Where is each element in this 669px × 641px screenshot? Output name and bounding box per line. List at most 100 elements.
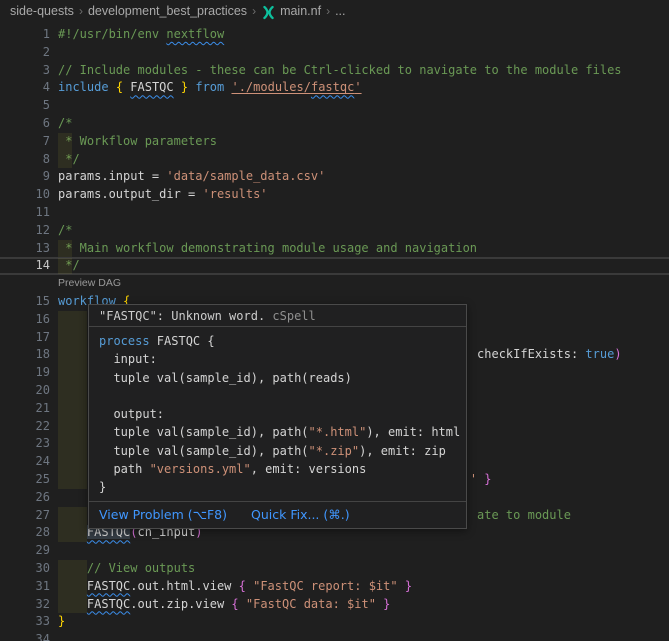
line-number: 8 — [0, 151, 58, 169]
line-number: 9 — [0, 168, 58, 186]
line-number: 30 — [0, 560, 58, 578]
line-number: 12 — [0, 222, 58, 240]
indent-guide-tint — [58, 435, 87, 453]
code-line-content[interactable]: params.output_dir = 'results' — [58, 186, 669, 204]
indent-guide-tint — [58, 133, 72, 151]
indent-guide-tint — [58, 258, 72, 274]
code-line-content[interactable]: * Workflow parameters — [58, 133, 669, 151]
code-line-content[interactable]: * Main workflow demonstrating module usa… — [58, 240, 669, 258]
line-number: 24 — [0, 453, 58, 471]
line-number: 3 — [0, 62, 58, 80]
nextflow-logo-icon — [261, 5, 276, 20]
code-line-content[interactable]: #!/usr/bin/env nextflow — [58, 26, 669, 44]
code-line-content[interactable]: /* — [58, 115, 669, 133]
line-number: 18 — [0, 346, 58, 364]
code-line-content[interactable] — [58, 204, 669, 222]
code-line: 5 — [0, 97, 669, 115]
code-line: 6/* — [0, 115, 669, 133]
code-line: 10params.output_dir = 'results' — [0, 186, 669, 204]
line-number: 13 — [0, 240, 58, 258]
indent-guide-tint — [58, 596, 87, 614]
breadcrumb: side-quests › development_best_practices… — [0, 0, 669, 22]
indent-guide-tint — [58, 560, 87, 578]
hover-code-line: path "versions.yml", emit: versions — [99, 460, 456, 478]
code-line-content[interactable] — [58, 542, 669, 560]
hover-code-line: } — [99, 478, 456, 496]
problem-text: "FASTQC": Unknown word. — [99, 309, 265, 323]
line-number: 32 — [0, 596, 58, 614]
indent-guide-tint — [58, 311, 87, 329]
line-number: 16 — [0, 311, 58, 329]
line-number: 2 — [0, 44, 58, 62]
hover-code-preview: process FASTQC { input: tuple val(sample… — [89, 327, 466, 501]
breadcrumb-item-symbol[interactable]: ... — [335, 4, 345, 18]
code-line-content[interactable] — [58, 44, 669, 62]
code-line: 7 * Workflow parameters — [0, 133, 669, 151]
line-number: 31 — [0, 578, 58, 596]
indent-guide-tint — [58, 471, 87, 489]
quick-fix-action[interactable]: Quick Fix... (⌘.) — [251, 507, 350, 522]
code-line-content[interactable] — [58, 631, 669, 641]
code-line: 3// Include modules - these can be Ctrl-… — [0, 62, 669, 80]
code-line: 9params.input = 'data/sample_data.csv' — [0, 168, 669, 186]
breadcrumb-item-file[interactable]: main.nf — [280, 4, 321, 18]
line-number: 14 — [0, 258, 58, 274]
line-number: 29 — [0, 542, 58, 560]
view-problem-action[interactable]: View Problem (⌥F8) — [99, 507, 227, 522]
line-number: 15 — [0, 293, 58, 311]
indent-guide-tint — [58, 382, 87, 400]
line-number: 22 — [0, 418, 58, 436]
code-line-content[interactable]: params.input = 'data/sample_data.csv' — [58, 168, 669, 186]
code-line: 34 — [0, 631, 669, 641]
line-number: 10 — [0, 186, 58, 204]
indent-guide-tint — [58, 418, 87, 436]
indent-guide-tint — [58, 151, 72, 169]
breadcrumb-item-folder[interactable]: development_best_practices — [88, 4, 247, 18]
indent-guide-tint — [58, 578, 87, 596]
code-line-content[interactable] — [58, 97, 669, 115]
line-number: 28 — [0, 524, 58, 542]
code-line-content[interactable]: include { FASTQC } from './modules/fastq… — [58, 79, 669, 97]
code-line: 14 */ — [0, 257, 669, 275]
indent-guide-tint — [58, 240, 72, 258]
line-number: 19 — [0, 364, 58, 382]
line-number: 4 — [0, 79, 58, 97]
indent-guide-tint — [58, 400, 87, 418]
hover-code-line: tuple val(sample_id), path("*.zip"), emi… — [99, 442, 456, 460]
line-number: 34 — [0, 631, 58, 641]
code-line-content[interactable]: */ — [58, 258, 669, 274]
indent-guide-tint — [58, 346, 87, 364]
code-line-content[interactable]: /* — [58, 222, 669, 240]
code-line-content[interactable]: FASTQC.out.zip.view { "FastQC data: $it"… — [58, 596, 669, 614]
line-number: 20 — [0, 382, 58, 400]
code-line-content[interactable]: */ — [58, 151, 669, 169]
hover-code-line: tuple val(sample_id), path("*.html"), em… — [99, 423, 456, 441]
code-line-content[interactable]: } — [58, 613, 669, 631]
breadcrumb-separator: › — [326, 4, 330, 18]
hover-code-line — [99, 387, 456, 405]
code-line-content[interactable]: // Include modules - these can be Ctrl-c… — [58, 62, 669, 80]
code-line: 32 FASTQC.out.zip.view { "FastQC data: $… — [0, 596, 669, 614]
indent-guide-tint — [58, 453, 87, 471]
hover-problem-message: "FASTQC": Unknown word. cSpell — [89, 305, 466, 327]
line-number: 7 — [0, 133, 58, 151]
code-line: 4include { FASTQC } from './modules/fast… — [0, 79, 669, 97]
code-line: 12/* — [0, 222, 669, 240]
breadcrumb-item-side-quests[interactable]: side-quests — [10, 4, 74, 18]
codelens-preview-dag[interactable]: Preview DAG — [0, 275, 669, 293]
hover-code-line: output: — [99, 405, 456, 423]
code-line: 11 — [0, 204, 669, 222]
code-line: 1#!/usr/bin/env nextflow — [0, 26, 669, 44]
indent-guide-tint — [58, 524, 87, 542]
line-number: 5 — [0, 97, 58, 115]
code-line-content[interactable]: FASTQC.out.html.view { "FastQC report: $… — [58, 578, 669, 596]
breadcrumb-separator: › — [252, 4, 256, 18]
hover-code-line: process FASTQC { — [99, 332, 456, 350]
hover-code-line: input: — [99, 350, 456, 368]
problem-source: cSpell — [272, 309, 315, 323]
line-number: 21 — [0, 400, 58, 418]
line-number: 6 — [0, 115, 58, 133]
line-number: 33 — [0, 613, 58, 631]
line-number: 11 — [0, 204, 58, 222]
code-line-content[interactable]: // View outputs — [58, 560, 669, 578]
